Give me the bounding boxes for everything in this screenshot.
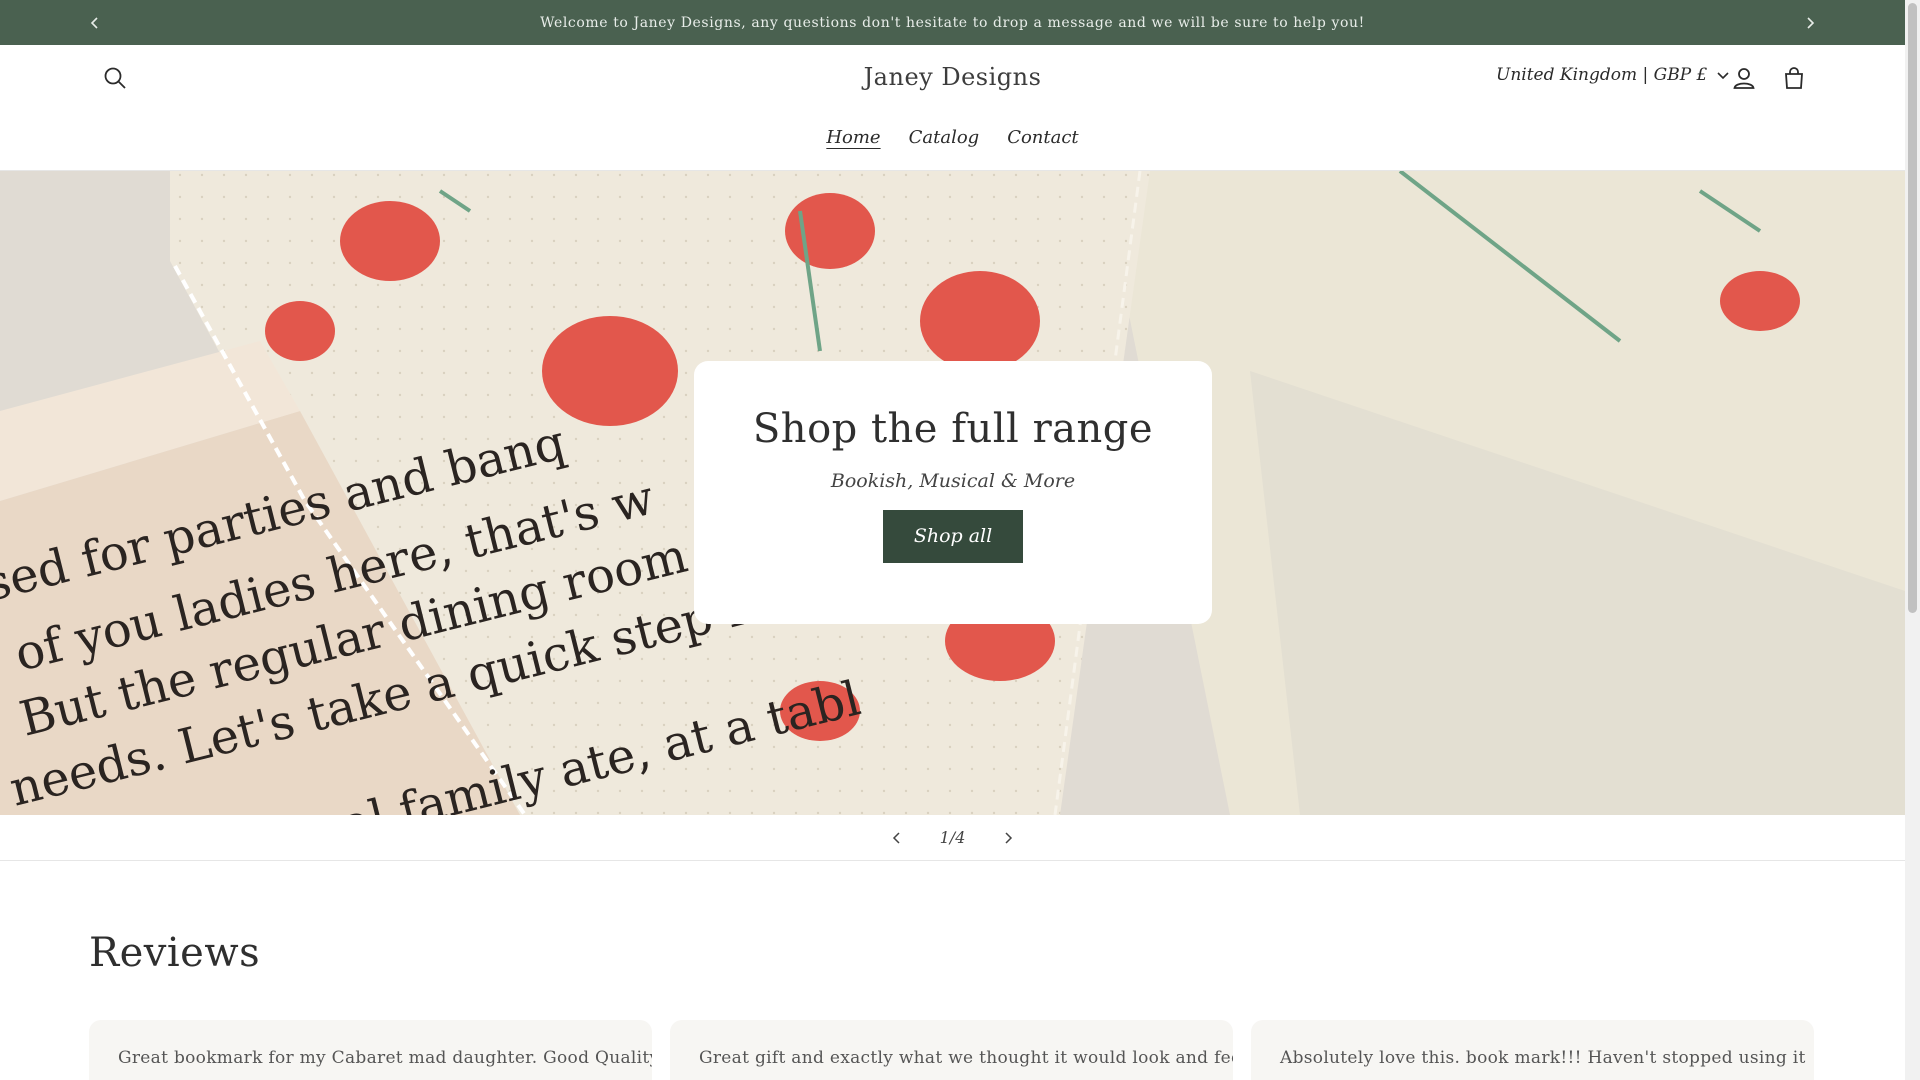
- slide-counter: 1/4: [939, 828, 966, 847]
- reviews-heading: Reviews: [89, 930, 261, 976]
- hero-content-card: Shop the full range Bookish, Musical & M…: [694, 361, 1212, 624]
- slide-prev-button[interactable]: [882, 823, 912, 853]
- nav-item-catalog[interactable]: Catalog: [909, 127, 980, 148]
- review-text: Great bookmark for my Cabaret mad daught…: [118, 1048, 652, 1068]
- review-text: Absolutely love this. book mark!!! Haven…: [1280, 1048, 1806, 1068]
- chevron-left-icon: [892, 831, 900, 844]
- cart-button[interactable]: [1772, 56, 1816, 100]
- locale-label: United Kingdom | GBP £: [1496, 65, 1708, 85]
- chevron-right-icon: [1005, 831, 1013, 844]
- review-card: Absolutely love this. book mark!!! Haven…: [1251, 1020, 1814, 1080]
- site-header: Janey Designs United Kingdom | GBP £ Hom…: [0, 45, 1905, 171]
- page-scrollbar[interactable]: [1905, 0, 1920, 1080]
- nav-item-home[interactable]: Home: [826, 127, 880, 148]
- slide-next-button[interactable]: [993, 823, 1023, 853]
- hero-subtitle: Bookish, Musical & More: [830, 470, 1076, 492]
- announcement-next-button[interactable]: [1790, 0, 1830, 45]
- cart-icon: [1785, 67, 1803, 89]
- announcement-text: Welcome to Janey Designs, any questions …: [540, 14, 1365, 31]
- shop-all-button[interactable]: Shop all: [883, 510, 1023, 563]
- nav-item-contact[interactable]: Contact: [1007, 127, 1078, 148]
- scrollbar-thumb[interactable]: [1908, 3, 1917, 613]
- review-card: Great gift and exactly what we thought i…: [670, 1020, 1233, 1080]
- review-text: Great gift and exactly what we thought i…: [699, 1048, 1233, 1068]
- hero-title: Shop the full range: [752, 406, 1154, 452]
- announcement-bar: Welcome to Janey Designs, any questions …: [0, 0, 1905, 45]
- announcement-prev-button[interactable]: [75, 0, 115, 45]
- main-nav: Home Catalog Contact: [0, 127, 1905, 148]
- hero-slideshow: sed for parties and banq of you ladies h…: [0, 171, 1905, 815]
- slideshow-controls: 1/4: [0, 815, 1905, 861]
- chevron-left-icon: [90, 16, 98, 29]
- review-card: Great bookmark for my Cabaret mad daught…: [89, 1020, 652, 1080]
- account-icon: [1733, 68, 1755, 89]
- chevron-right-icon: [1807, 16, 1815, 29]
- locale-selector[interactable]: United Kingdom | GBP £: [1496, 65, 1729, 85]
- account-button[interactable]: [1722, 56, 1766, 100]
